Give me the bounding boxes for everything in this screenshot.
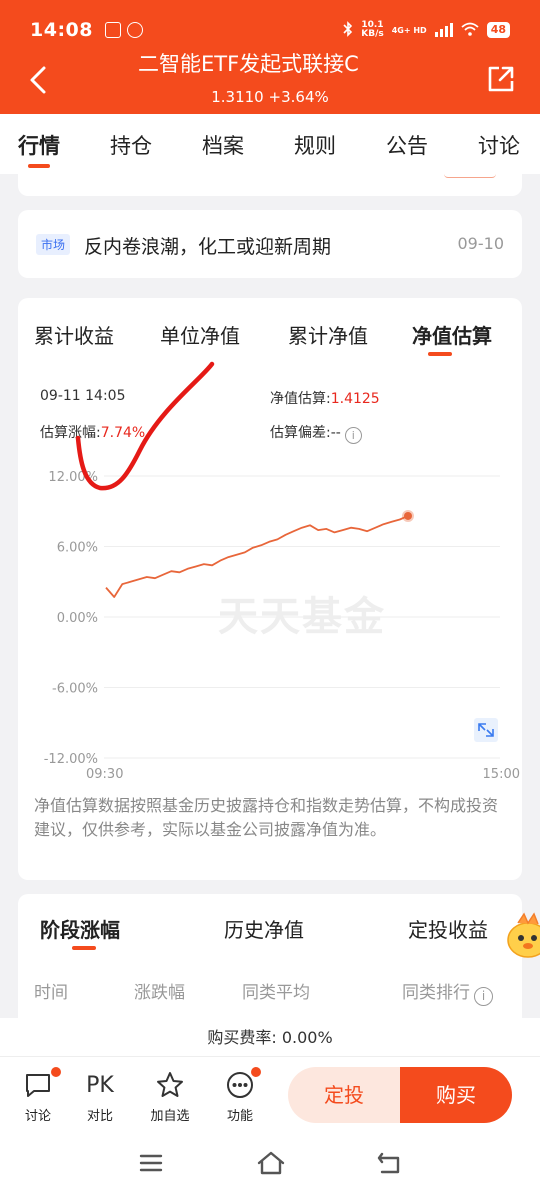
column-category-rank: 同类排行 i: [402, 978, 493, 1006]
tab-active-indicator: [28, 164, 50, 168]
expand-icon[interactable]: [474, 718, 498, 742]
status-time: 14:08: [30, 19, 93, 41]
tab-announcements[interactable]: 公告: [386, 130, 428, 160]
share-icon: [488, 66, 514, 92]
y-tick-label: 12.00%: [48, 470, 98, 485]
news-date: 09-10: [457, 234, 505, 253]
fund-title: 二智能ETF发起式联接C: [138, 52, 359, 76]
share-button[interactable]: [486, 64, 516, 94]
x-tick-label-start: 09:30: [86, 767, 123, 780]
signal-icon: [434, 23, 453, 37]
notification-dot: [51, 1067, 61, 1077]
y-tick-label: -12.00%: [44, 752, 98, 767]
chart-tab-unit-nav[interactable]: 单位净值: [160, 320, 240, 349]
bottom-action-bar: 讨论 PK 对比 加自选 功能 定投 购买: [0, 1056, 540, 1132]
back-nav-icon[interactable]: [376, 1150, 404, 1176]
fund-price: 1.3110 +3.64%: [211, 88, 329, 106]
y-tick-label: 0.00%: [57, 611, 98, 626]
chart-tab-cumulative-nav[interactable]: 累计净值: [288, 320, 368, 349]
column-period: 时间: [34, 983, 68, 1003]
news-tag: 市场: [36, 234, 71, 255]
stage-performance-card: 阶段涨幅 历史净值 定投收益 时间 涨跌幅 同类平均 同类排行 i: [18, 894, 522, 1034]
network-type: 4G+ HD: [391, 25, 427, 35]
star-icon: [157, 1072, 183, 1097]
purchase-fee: 购买费率: 0.00%: [0, 1018, 540, 1056]
wechat-icon: [126, 22, 143, 38]
estimate-disclaimer: 净值估算数据按照基金历史披露持仓和指数走势估算，不构成投资建议，仅供参考，实际以…: [34, 796, 499, 839]
x-tick-label-end: 15:00: [483, 767, 520, 780]
compare-button[interactable]: PK 对比: [75, 1069, 125, 1125]
series-line: [105, 515, 409, 598]
y-tick-label: -6.00%: [52, 682, 98, 697]
menu-icon[interactable]: [138, 1150, 164, 1176]
notification-app-icon: [104, 22, 121, 38]
tab-history-nav[interactable]: 历史净值: [224, 914, 304, 943]
wifi-icon: [461, 22, 479, 39]
network-speed: 10.1 KB/s: [361, 20, 384, 39]
tab-holdings[interactable]: 持仓: [110, 130, 152, 160]
pk-icon: PK: [86, 1072, 114, 1098]
more-icon: [227, 1072, 253, 1098]
news-card[interactable]: 市场 反内卷浪潮，化工或迎新周期 09-10: [18, 210, 522, 278]
system-navigation-bar: [0, 1132, 540, 1194]
nav-estimate-chart: 天天基金12.00%6.00%0.00%-6.00%-12.00%09:30 15…: [44, 470, 520, 780]
tab-market[interactable]: 行情: [18, 130, 60, 160]
tab-profile[interactable]: 档案: [202, 130, 244, 160]
chat-bubble-icon: [26, 1074, 50, 1097]
main-tabs: 行情 持仓 档案 规则 公告 讨论: [0, 114, 540, 174]
chart-tab-indicator: [428, 352, 452, 356]
header: 14:08 10.1 KB/s 4G+ HD 48 二智能ETF发起式联接C 1…: [0, 0, 540, 114]
news-headline: 反内卷浪潮，化工或迎新周期: [84, 236, 332, 258]
status-bar: 14:08 10.1 KB/s 4G+ HD 48: [30, 16, 510, 44]
column-change: 涨跌幅: [134, 983, 185, 1003]
plan-invest-button[interactable]: 定投: [288, 1067, 400, 1123]
tab-plan-return[interactable]: 定投收益: [408, 914, 488, 943]
add-watchlist-button[interactable]: 加自选: [145, 1069, 195, 1124]
home-icon[interactable]: [256, 1150, 286, 1176]
bluetooth-icon: [343, 20, 353, 40]
functions-button[interactable]: 功能: [215, 1067, 265, 1124]
stage-tab-indicator: [72, 946, 96, 950]
previous-card-edge: [18, 174, 522, 196]
mascot-icon[interactable]: [504, 910, 540, 962]
info-icon[interactable]: i: [474, 987, 493, 1006]
discussion-button[interactable]: 讨论: [13, 1067, 63, 1124]
chart-tab-cumulative-return[interactable]: 累计收益: [34, 320, 114, 349]
tab-stage-return[interactable]: 阶段涨幅: [40, 914, 120, 943]
tab-discussion[interactable]: 讨论: [478, 130, 520, 160]
last-point: [404, 511, 412, 520]
chart-tab-nav-estimate[interactable]: 净值估算: [412, 320, 492, 349]
tab-rules[interactable]: 规则: [294, 130, 336, 160]
column-category-average: 同类平均: [242, 983, 310, 1003]
battery-icon: 48: [486, 22, 510, 38]
notification-dot: [251, 1067, 261, 1077]
buy-button[interactable]: 购买: [400, 1067, 512, 1123]
y-tick-label: 6.00%: [57, 541, 98, 556]
